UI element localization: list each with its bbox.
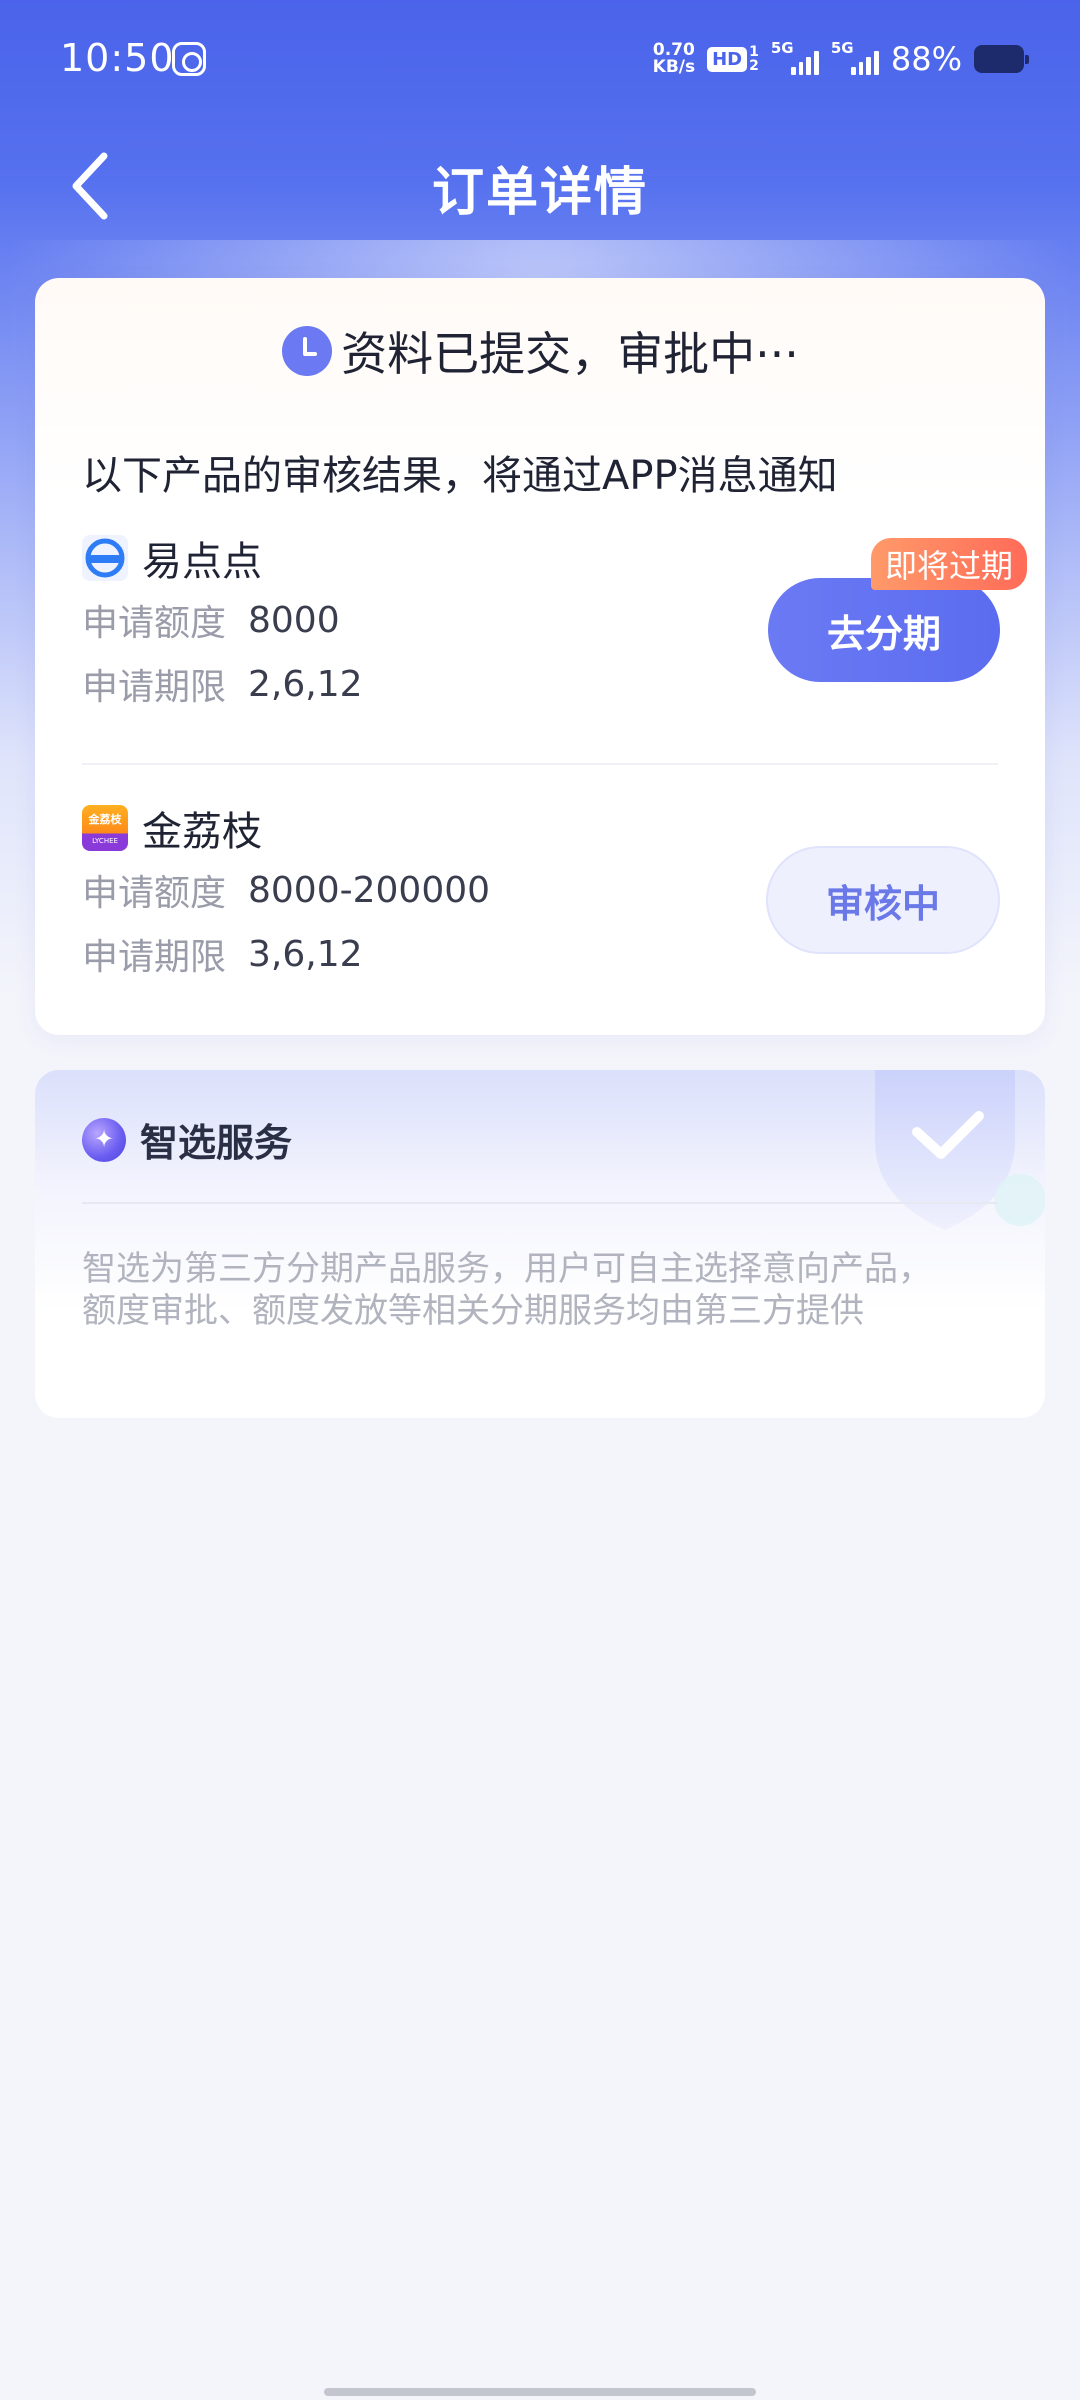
order-card: 资料已提交，审批中··· 以下产品的审核结果，将通过APP消息通知 易点点 申请… [35, 278, 1045, 1035]
lychee-logo-text: 金荔枝 [88, 813, 122, 826]
service-card: 智选服务 智选为第三方分期产品服务，用户可自主选择意向产品，额度审批、额度发放等… [35, 1070, 1045, 1418]
amount-label: 申请额度 [82, 603, 227, 644]
page-title: 订单详情 [431, 163, 648, 223]
hd-label: HD [707, 46, 748, 72]
service-description: 智选为第三方分期产品服务，用户可自主选择意向产品，额度审批、额度发放等相关分期服… [82, 1249, 932, 1331]
reviewing-button[interactable]: 审核中 [766, 846, 1000, 954]
term-label: 申请期限 [82, 667, 227, 708]
order-detail-page: 10:50 0.70 KB/s HD 1 2 5G 5G 88% 订单详情 资料… [0, 0, 1080, 2400]
app-notification-icon [172, 42, 206, 76]
signal-5g-icon: 5G [831, 39, 879, 75]
service-divider [82, 1202, 998, 1204]
term-label: 申请期限 [82, 937, 227, 978]
amount-value: 8000-200000 [248, 869, 491, 911]
hd-sub-top: 1 [749, 44, 759, 60]
term-value: 2,6,12 [248, 663, 363, 705]
battery-icon [974, 45, 1029, 73]
amount-label: 申请额度 [82, 873, 227, 914]
notice-text: 以下产品的审核结果，将通过APP消息通知 [82, 453, 838, 499]
status-bar: 10:50 0.70 KB/s HD 1 2 5G 5G 88% [0, 0, 1080, 120]
product-name: 易点点 [142, 539, 262, 585]
lychee-logo-icon: 金荔枝 LYCHEE [82, 805, 128, 851]
installment-button[interactable]: 去分期 [768, 578, 1000, 682]
expiring-badge: 即将过期 [870, 538, 1027, 590]
order-status: 资料已提交，审批中··· [35, 318, 1045, 384]
service-header: 智选服务 [82, 1112, 292, 1167]
battery-percent: 88% [890, 40, 962, 78]
service-title: 智选服务 [140, 1121, 293, 1165]
lychee-logo-sub: LYCHEE [92, 837, 118, 845]
signal-label: 5G [770, 39, 794, 57]
hd-sub: 1 2 [749, 45, 759, 73]
signal-5g-icon: 5G [771, 39, 819, 75]
hd-icon: HD 1 2 [707, 45, 759, 73]
network-speed-unit: KB/s [652, 57, 696, 77]
product-name: 金荔枝 [142, 809, 262, 855]
term-value: 3,6,12 [248, 933, 363, 975]
status-text: 资料已提交，审批中··· [341, 327, 799, 381]
amount-value: 8000 [248, 599, 340, 641]
shield-check-icon [875, 1070, 1045, 1230]
home-indicator[interactable] [324, 2388, 756, 2396]
navigation-bar: 订单详情 [0, 120, 1080, 250]
status-indicators: 0.70 KB/s HD 1 2 5G 5G 88% [653, 34, 1029, 84]
clock-icon [281, 325, 333, 377]
yidiandian-logo-icon [82, 535, 128, 581]
status-time: 10:50 [60, 36, 175, 80]
hd-sub-bottom: 2 [749, 58, 759, 74]
sparkle-icon [82, 1117, 126, 1162]
signal-label: 5G [830, 39, 854, 57]
product-divider [82, 763, 998, 765]
network-speed: 0.70 KB/s [653, 42, 695, 76]
